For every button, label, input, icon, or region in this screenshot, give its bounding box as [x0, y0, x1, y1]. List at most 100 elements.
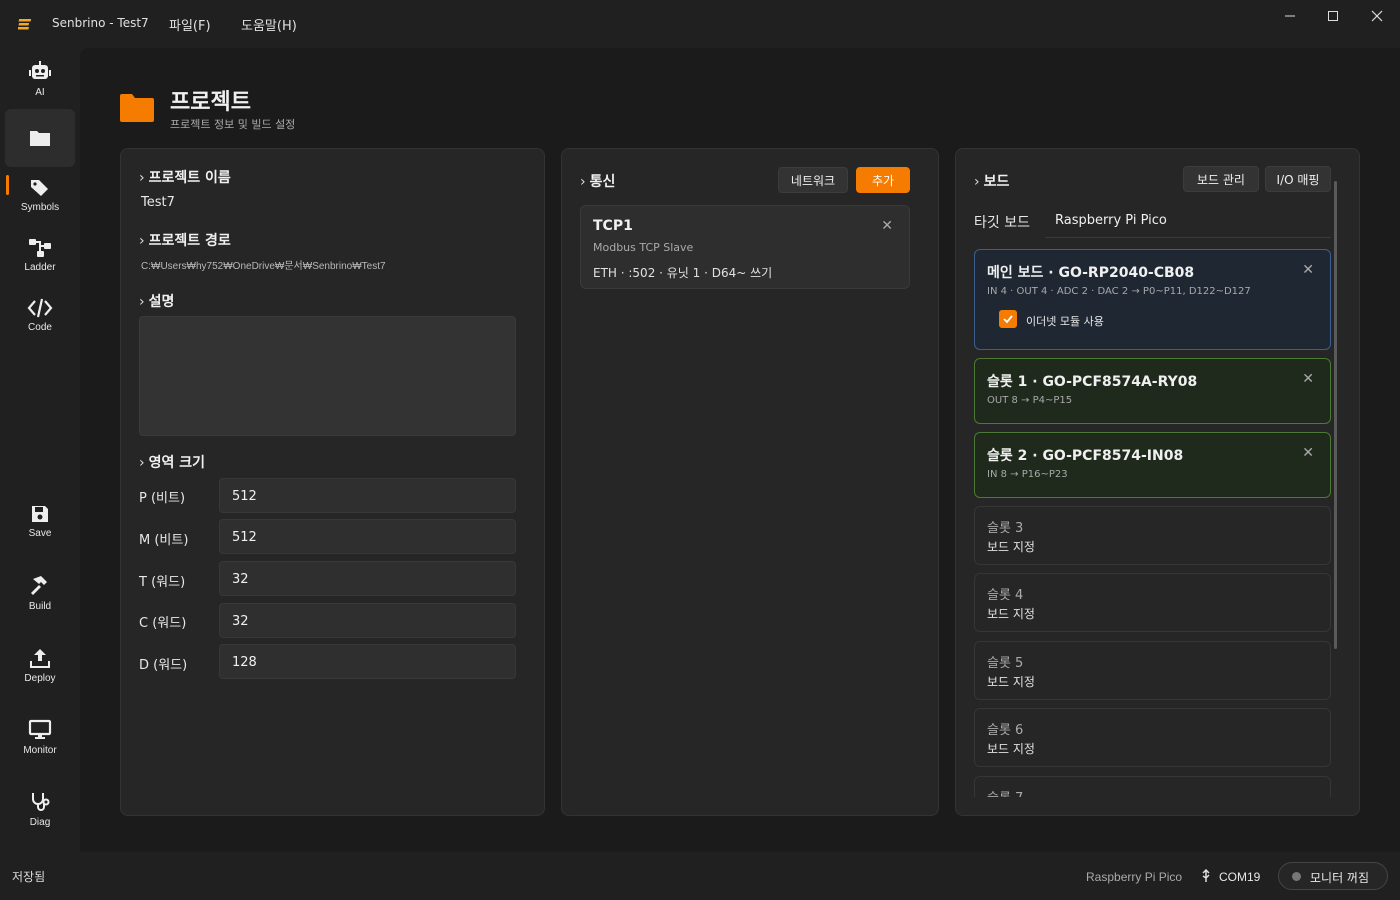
area-p-input[interactable]: 512 — [219, 478, 516, 513]
area-m-input[interactable]: 512 — [219, 519, 516, 554]
slot-2-title: 슬롯 2 · GO-PCF8574-IN08 — [987, 448, 1184, 464]
slot-2-card[interactable]: 슬롯 2 · GO-PCF8574-IN08 IN 8 → P16~P23 ✕ — [974, 432, 1331, 498]
slot-3-title: 슬롯 3 — [987, 521, 1024, 536]
nav-diag[interactable]: Diag — [5, 780, 75, 838]
maximize-icon — [1328, 11, 1338, 21]
slot-1-card[interactable]: 슬롯 1 · GO-PCF8574A-RY08 OUT 8 → P4~P15 ✕ — [974, 358, 1331, 424]
sidebar: AI Symbols Ladder Code Save Build Deploy… — [0, 48, 80, 858]
close-icon[interactable]: ✕ — [1302, 371, 1314, 387]
nav-deploy[interactable]: Deploy — [5, 636, 75, 694]
ethernet-checkbox-label: 이더넷 모듈 사용 — [1026, 315, 1104, 328]
nav-build[interactable]: Build — [5, 564, 75, 622]
minimize-button[interactable] — [1267, 0, 1313, 32]
project-path-value: C:₩Users₩hy752₩OneDrive₩문서₩Senbrino₩Test… — [141, 261, 386, 272]
stethoscope-icon — [32, 792, 50, 811]
area-c-input[interactable]: 32 — [219, 603, 516, 638]
area-d-input[interactable]: 128 — [219, 644, 516, 679]
comm-panel: › 통신 네트워크 추가 TCP1 Modbus TCP Slave ETH · … — [561, 148, 939, 816]
nav-code[interactable]: Code — [5, 286, 75, 344]
nav-monitor-label: Monitor — [23, 744, 57, 756]
slot-4-detail: 보드 지정 — [987, 607, 1035, 621]
main-board-card[interactable]: 메인 보드 · GO-RP2040-CB08 IN 4 · OUT 4 · AD… — [974, 249, 1331, 350]
slot-6-title: 슬롯 6 — [987, 723, 1024, 738]
area-t-input[interactable]: 32 — [219, 561, 516, 596]
ethernet-checkbox[interactable] — [999, 310, 1017, 328]
tag-icon — [31, 179, 48, 196]
close-window-button[interactable] — [1354, 0, 1400, 32]
board-list-scrollbar[interactable] — [1334, 181, 1337, 649]
code-icon — [27, 298, 53, 317]
robot-icon — [29, 60, 51, 79]
slot-6-card[interactable]: 슬롯 6 보드 지정 — [974, 708, 1331, 767]
board-manage-button[interactable]: 보드 관리 — [1183, 166, 1259, 192]
description-header[interactable]: › 설명 — [139, 291, 174, 311]
main-board-title: 메인 보드 · GO-RP2040-CB08 — [987, 265, 1195, 281]
slot-1-title: 슬롯 1 · GO-PCF8574A-RY08 — [987, 374, 1198, 390]
slot-4-card[interactable]: 슬롯 4 보드 지정 — [974, 573, 1331, 632]
close-icon[interactable]: ✕ — [1302, 445, 1314, 461]
ladder-icon — [29, 238, 51, 257]
slot-4-title: 슬롯 4 — [987, 588, 1024, 603]
monitor-toggle-label: 모니터 꺼짐 — [1310, 871, 1370, 885]
menu-help[interactable]: 도움말(H) — [241, 15, 297, 34]
comm-card-tcp1[interactable]: TCP1 Modbus TCP Slave ETH · :502 · 유닛 1 … — [580, 205, 910, 289]
slot-3-card[interactable]: 슬롯 3 보드 지정 — [974, 506, 1331, 565]
comm-header[interactable]: › 통신 — [580, 171, 615, 191]
nav-deploy-label: Deploy — [24, 672, 56, 684]
project-path-header[interactable]: › 프로젝트 경로 — [139, 230, 231, 250]
nav-symbols-label: Symbols — [20, 201, 60, 213]
project-panel: › 프로젝트 이름 Test7 › 프로젝트 경로 C:₩Users₩hy752₩O… — [120, 148, 545, 816]
chevron-right-icon: › — [580, 174, 586, 190]
page-subtitle: 프로젝트 정보 및 빌드 설정 — [170, 118, 296, 131]
status-bar: 저장됨 Raspberry Pi Pico COM19 모니터 꺼짐 — [0, 858, 1400, 900]
save-icon — [32, 505, 48, 522]
monitor-status-dot — [1292, 872, 1301, 881]
slot-5-title: 슬롯 5 — [987, 656, 1024, 671]
slot-5-card[interactable]: 슬롯 5 보드 지정 — [974, 641, 1331, 700]
board-header[interactable]: › 보드 — [974, 171, 1009, 191]
title-bar: Senbrino - Test7 파일(F) 도움말(H) — [0, 0, 1400, 48]
nav-project[interactable] — [5, 109, 75, 167]
chevron-right-icon: › — [974, 174, 980, 190]
nav-diag-label: Diag — [29, 816, 51, 828]
area-m-label: M (비트) — [139, 533, 189, 548]
close-icon[interactable]: ✕ — [881, 218, 893, 234]
monitor-toggle-button[interactable]: 모니터 꺼짐 — [1278, 862, 1388, 890]
target-board-select[interactable]: Raspberry Pi Pico — [1045, 204, 1331, 238]
slot-7-card[interactable]: 슬롯 7 — [974, 776, 1331, 797]
maximize-button[interactable] — [1310, 0, 1356, 32]
monitor-icon — [28, 719, 52, 739]
minimize-icon — [1285, 15, 1295, 17]
usb-icon — [1202, 869, 1210, 882]
status-board: Raspberry Pi Pico — [1086, 870, 1183, 884]
nav-code-label: Code — [28, 321, 52, 333]
status-port[interactable]: COM19 — [1219, 870, 1260, 884]
nav-save[interactable]: Save — [5, 492, 75, 550]
slot-3-detail: 보드 지정 — [987, 540, 1035, 554]
slot-2-detail: IN 8 → P16~P23 — [987, 469, 1068, 480]
chevron-right-icon: › — [139, 170, 145, 186]
nav-symbols[interactable]: Symbols — [5, 166, 75, 224]
save-status: 저장됨 — [12, 870, 46, 884]
network-button[interactable]: 네트워크 — [778, 167, 848, 193]
description-textarea[interactable] — [139, 316, 516, 436]
area-c-label: C (워드) — [139, 616, 187, 631]
close-icon[interactable]: ✕ — [1302, 262, 1314, 278]
menu-file[interactable]: 파일(F) — [169, 15, 211, 34]
nav-build-label: Build — [28, 600, 52, 612]
nav-monitor[interactable]: Monitor — [5, 708, 75, 766]
nav-ai[interactable]: AI — [5, 50, 75, 108]
page-title: 프로젝트 — [170, 90, 251, 115]
slot-7-title: 슬롯 7 — [987, 787, 1023, 797]
nav-ladder[interactable]: Ladder — [5, 226, 75, 284]
io-mapping-button[interactable]: I/O 매핑 — [1265, 166, 1331, 192]
project-name-value[interactable]: Test7 — [141, 195, 175, 210]
add-comm-button[interactable]: 추가 — [856, 167, 910, 193]
check-icon — [1003, 315, 1013, 324]
area-size-header[interactable]: › 영역 크기 — [139, 452, 205, 472]
nav-ladder-label: Ladder — [24, 261, 56, 273]
upload-icon — [30, 648, 50, 668]
hammer-icon — [31, 575, 47, 595]
project-name-header[interactable]: › 프로젝트 이름 — [139, 167, 231, 187]
slot-1-detail: OUT 8 → P4~P15 — [987, 395, 1073, 406]
